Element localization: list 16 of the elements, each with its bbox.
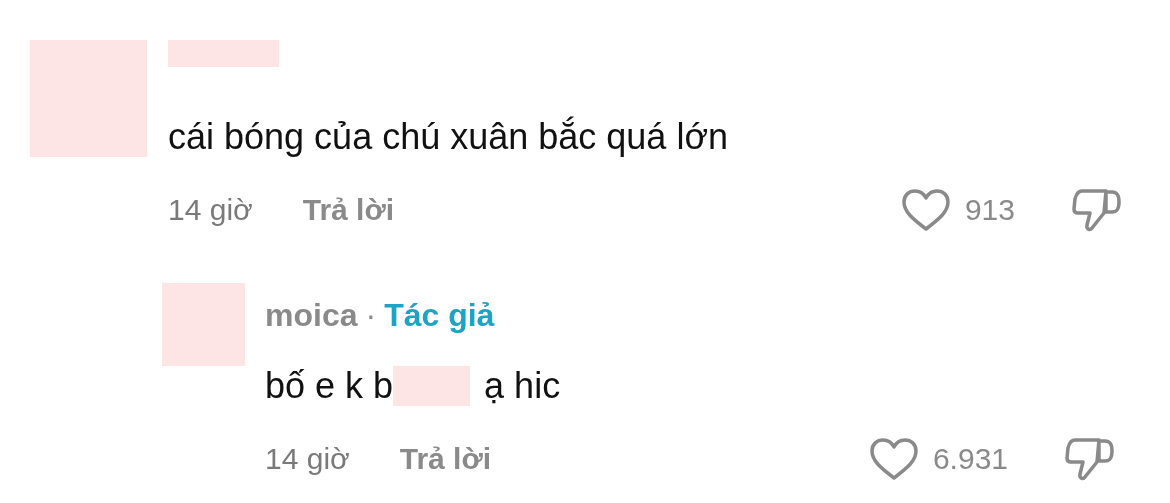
like-count: 913 xyxy=(964,192,1015,228)
comment-text: cái bóng của chú xuân bắc quá lớn xyxy=(168,115,728,159)
reply-link[interactable]: Trả lời xyxy=(399,439,492,479)
comment-text: bố e k b xyxy=(265,364,394,408)
timestamp: 14 giờ xyxy=(265,441,350,477)
thumbs-down-icon[interactable] xyxy=(1065,436,1115,482)
author-label: Tác giả xyxy=(384,296,495,335)
timestamp: 14 giờ xyxy=(168,192,253,228)
heart-icon[interactable] xyxy=(868,437,919,481)
heart-icon[interactable] xyxy=(900,188,951,232)
separator-dot: · xyxy=(365,296,377,335)
username[interactable]: moica xyxy=(265,295,358,335)
reply-link[interactable]: Trả lời xyxy=(302,190,395,230)
comment-text: ạ hic xyxy=(484,364,561,408)
like-count: 6.931 xyxy=(932,441,1008,477)
thumbs-down-icon[interactable] xyxy=(1072,187,1122,233)
